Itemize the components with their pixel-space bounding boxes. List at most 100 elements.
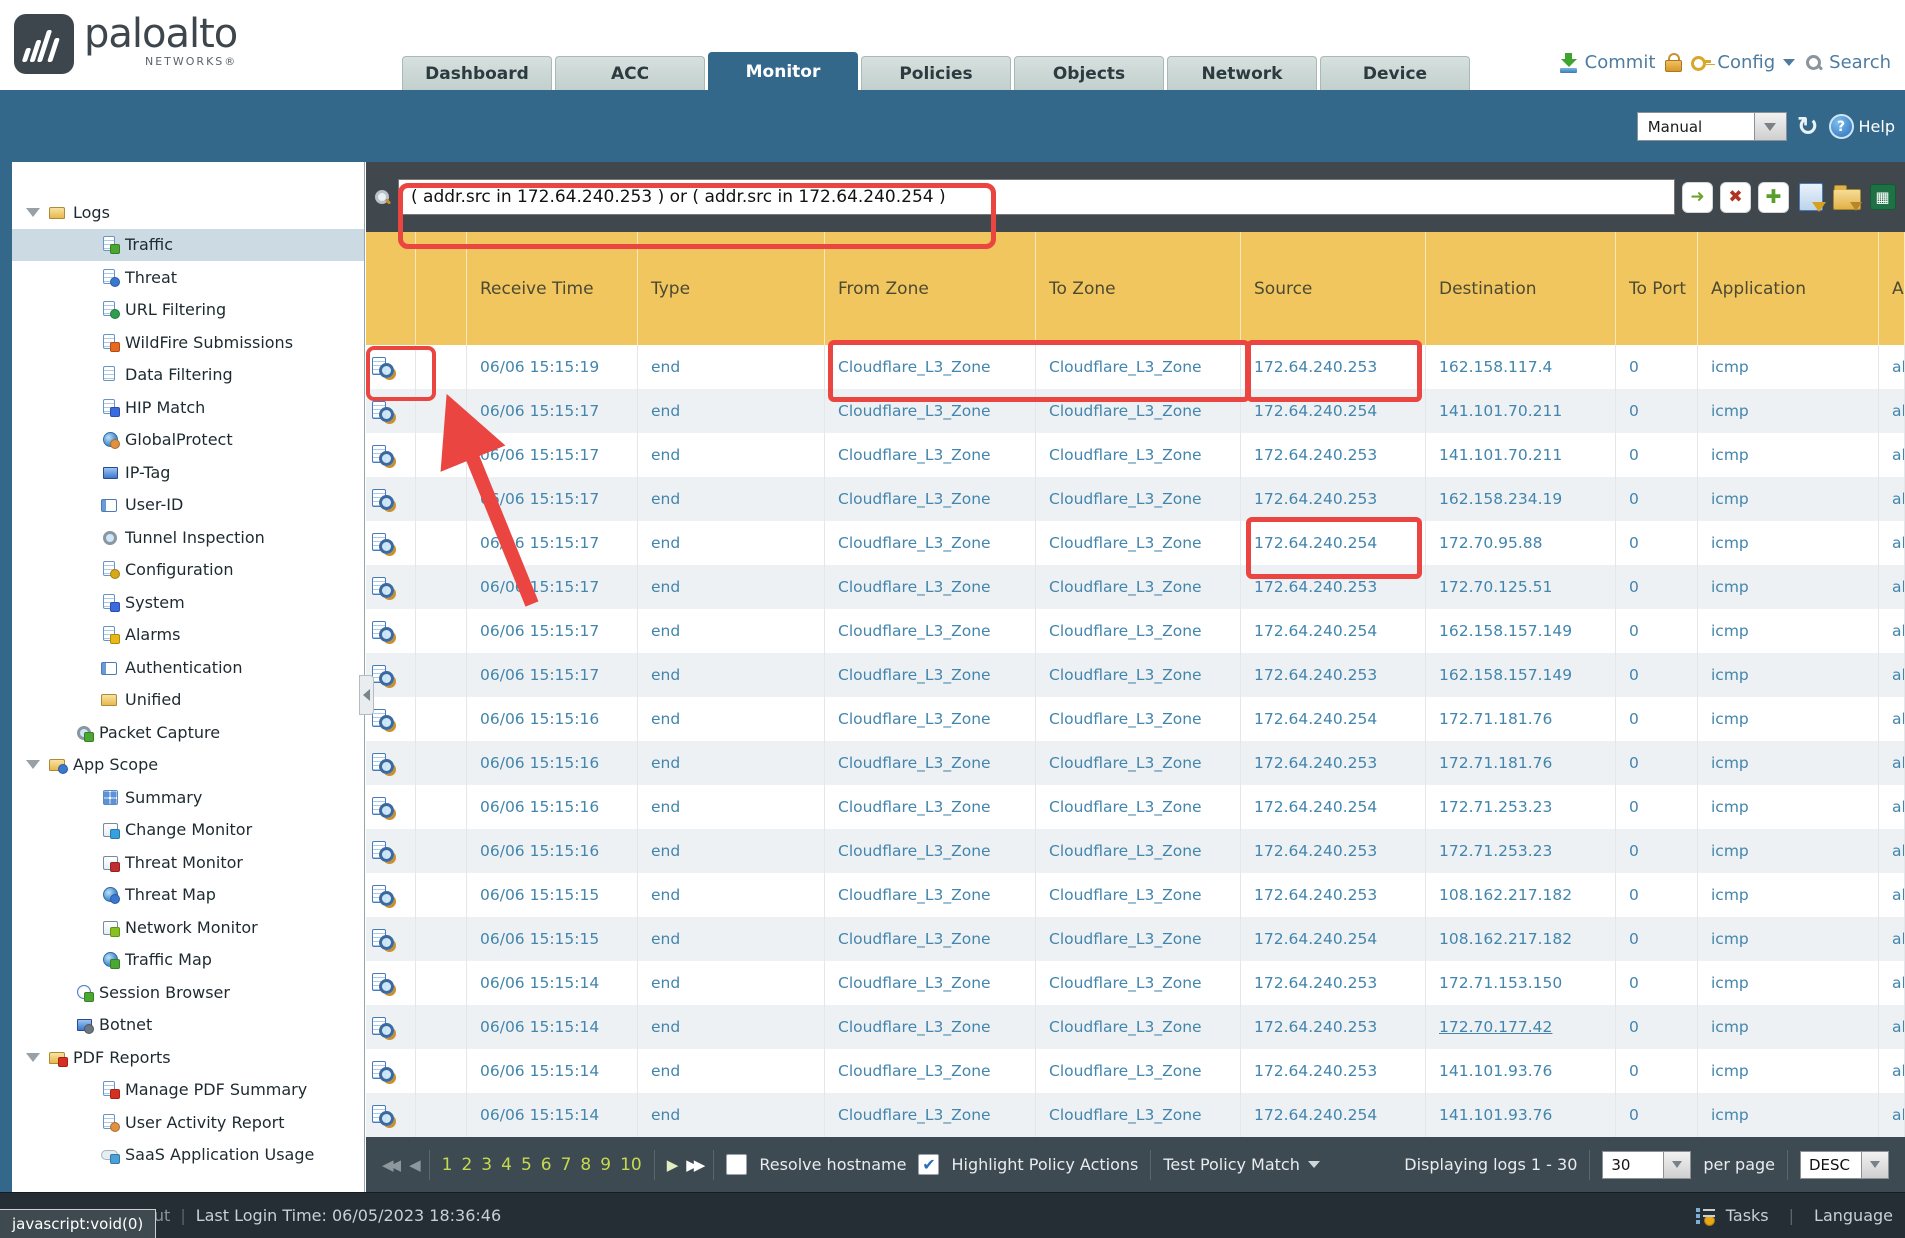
cell-source[interactable]: 172.64.240.253 xyxy=(1241,653,1426,697)
log-detail-cell[interactable] xyxy=(366,345,416,389)
per-page-select[interactable]: 30 xyxy=(1602,1151,1691,1179)
cell-source[interactable]: 172.64.240.253 xyxy=(1241,1005,1426,1049)
expand-triangle-icon[interactable] xyxy=(26,760,40,769)
sidebar-item[interactable]: Authentication xyxy=(12,651,364,684)
sidebar-item[interactable]: IP-Tag xyxy=(12,456,364,489)
refresh-mode-select[interactable]: Manual xyxy=(1637,112,1787,141)
last-page-icon[interactable]: ▶▶ xyxy=(686,1156,701,1174)
sidebar-item[interactable]: Data Filtering xyxy=(12,359,364,392)
apply-filter-icon[interactable]: ➜ xyxy=(1682,182,1713,213)
column-header[interactable]: To Port xyxy=(1616,232,1698,345)
cell-destination[interactable]: 172.71.253.23 xyxy=(1426,829,1616,873)
nav-tab[interactable]: Objects xyxy=(1014,56,1164,90)
sidebar-item[interactable]: HIP Match xyxy=(12,391,364,424)
cell-destination[interactable]: 172.70.95.88 xyxy=(1426,521,1616,565)
cell-source[interactable]: 172.64.240.253 xyxy=(1241,565,1426,609)
log-detail-magnifier-icon[interactable] xyxy=(372,401,396,422)
sidebar-item[interactable]: Packet Capture xyxy=(12,716,364,749)
log-detail-magnifier-icon[interactable] xyxy=(372,1017,396,1038)
expand-triangle-icon[interactable] xyxy=(26,208,40,217)
log-detail-magnifier-icon[interactable] xyxy=(372,797,396,818)
commit-button[interactable]: Commit xyxy=(1559,52,1656,73)
page-number[interactable]: 2 xyxy=(461,1155,472,1175)
cell-destination[interactable]: 172.70.125.51 xyxy=(1426,565,1616,609)
log-detail-cell[interactable] xyxy=(366,477,416,521)
log-detail-magnifier-icon[interactable] xyxy=(372,709,396,730)
resolve-hostname-checkbox[interactable] xyxy=(726,1154,747,1175)
sidebar-item[interactable]: Unified xyxy=(12,684,364,717)
load-filter-folder-icon[interactable] xyxy=(1832,183,1861,212)
page-number[interactable]: 4 xyxy=(501,1155,512,1175)
sidebar-item[interactable]: Traffic Map xyxy=(12,944,364,977)
log-detail-cell[interactable] xyxy=(366,609,416,653)
page-number[interactable]: 9 xyxy=(600,1155,611,1175)
page-number[interactable]: 7 xyxy=(561,1155,572,1175)
cell-source[interactable]: 172.64.240.253 xyxy=(1241,345,1426,389)
nav-tab[interactable]: Policies xyxy=(861,56,1011,90)
sidebar-item[interactable]: User Activity Report xyxy=(12,1106,364,1139)
sidebar-item[interactable]: Session Browser xyxy=(12,976,364,1009)
language-link[interactable]: Language xyxy=(1814,1206,1893,1225)
cell-source[interactable]: 172.64.240.253 xyxy=(1241,961,1426,1005)
sidebar-item[interactable]: System xyxy=(12,586,364,619)
sidebar-item[interactable]: Threat Map xyxy=(12,879,364,912)
column-header[interactable] xyxy=(416,232,467,345)
sidebar-item[interactable]: Configuration xyxy=(12,554,364,587)
column-header[interactable] xyxy=(366,232,416,345)
cell-destination[interactable]: 141.101.70.211 xyxy=(1426,433,1616,477)
add-filter-icon[interactable]: ✚ xyxy=(1758,182,1789,213)
sidebar-item[interactable]: Logs xyxy=(12,196,364,229)
cell-source[interactable]: 172.64.240.254 xyxy=(1241,697,1426,741)
log-detail-cell[interactable] xyxy=(366,521,416,565)
sidebar-collapse-handle[interactable] xyxy=(359,675,374,715)
sidebar-item[interactable]: Summary xyxy=(12,781,364,814)
log-detail-magnifier-icon[interactable] xyxy=(372,1105,396,1126)
cell-destination[interactable]: 141.101.70.211 xyxy=(1426,389,1616,433)
log-detail-cell[interactable] xyxy=(366,433,416,477)
cell-source[interactable]: 172.64.240.253 xyxy=(1241,433,1426,477)
page-number[interactable]: 8 xyxy=(580,1155,591,1175)
sort-order-dropdown-button[interactable] xyxy=(1861,1151,1889,1179)
sidebar-item[interactable]: Botnet xyxy=(12,1009,364,1042)
nav-tab[interactable]: Device xyxy=(1320,56,1470,90)
log-detail-magnifier-icon[interactable] xyxy=(372,753,396,774)
per-page-dropdown-button[interactable] xyxy=(1663,1151,1691,1179)
nav-tab[interactable]: ACC xyxy=(555,56,705,90)
prev-page-icon[interactable]: ◀ xyxy=(409,1156,417,1174)
log-detail-cell[interactable] xyxy=(366,389,416,433)
tasks-link[interactable]: Tasks xyxy=(1726,1206,1769,1225)
cell-destination[interactable]: 162.158.157.149 xyxy=(1426,653,1616,697)
log-filter-input[interactable] xyxy=(398,179,1675,215)
nav-tab[interactable]: Network xyxy=(1167,56,1317,90)
sidebar-item[interactable]: Threat xyxy=(12,261,364,294)
cell-destination[interactable]: 162.158.157.149 xyxy=(1426,609,1616,653)
log-detail-cell[interactable] xyxy=(366,873,416,917)
log-detail-magnifier-icon[interactable] xyxy=(372,357,396,378)
page-number[interactable]: 5 xyxy=(521,1155,532,1175)
cell-destination[interactable]: 141.101.93.76 xyxy=(1426,1049,1616,1093)
page-number[interactable]: 10 xyxy=(620,1155,642,1175)
log-detail-magnifier-icon[interactable] xyxy=(372,929,396,950)
help-button[interactable]: ? Help xyxy=(1829,114,1895,139)
search-button[interactable]: Search xyxy=(1805,52,1891,73)
log-detail-magnifier-icon[interactable] xyxy=(372,533,396,554)
cell-source[interactable]: 172.64.240.253 xyxy=(1241,741,1426,785)
column-header[interactable]: To Zone xyxy=(1036,232,1241,345)
expand-triangle-icon[interactable] xyxy=(26,1053,40,1062)
cell-source[interactable]: 172.64.240.254 xyxy=(1241,521,1426,565)
filter-builder-icon[interactable] xyxy=(1796,183,1825,212)
log-detail-magnifier-icon[interactable] xyxy=(372,841,396,862)
cell-destination[interactable]: 162.158.234.19 xyxy=(1426,477,1616,521)
refresh-mode-dropdown-button[interactable] xyxy=(1754,112,1787,141)
sidebar-item[interactable]: WildFire Submissions xyxy=(12,326,364,359)
log-detail-magnifier-icon[interactable] xyxy=(372,621,396,642)
sidebar-item[interactable]: Traffic xyxy=(12,229,364,262)
page-number[interactable]: 6 xyxy=(541,1155,552,1175)
page-number[interactable]: 1 xyxy=(442,1155,453,1175)
sidebar-item[interactable]: Change Monitor xyxy=(12,814,364,847)
cell-destination[interactable]: 172.71.153.150 xyxy=(1426,961,1616,1005)
cell-destination[interactable]: 172.71.181.76 xyxy=(1426,697,1616,741)
cell-source[interactable]: 172.64.240.254 xyxy=(1241,917,1426,961)
lock-icon[interactable] xyxy=(1665,53,1681,72)
log-detail-cell[interactable] xyxy=(366,785,416,829)
